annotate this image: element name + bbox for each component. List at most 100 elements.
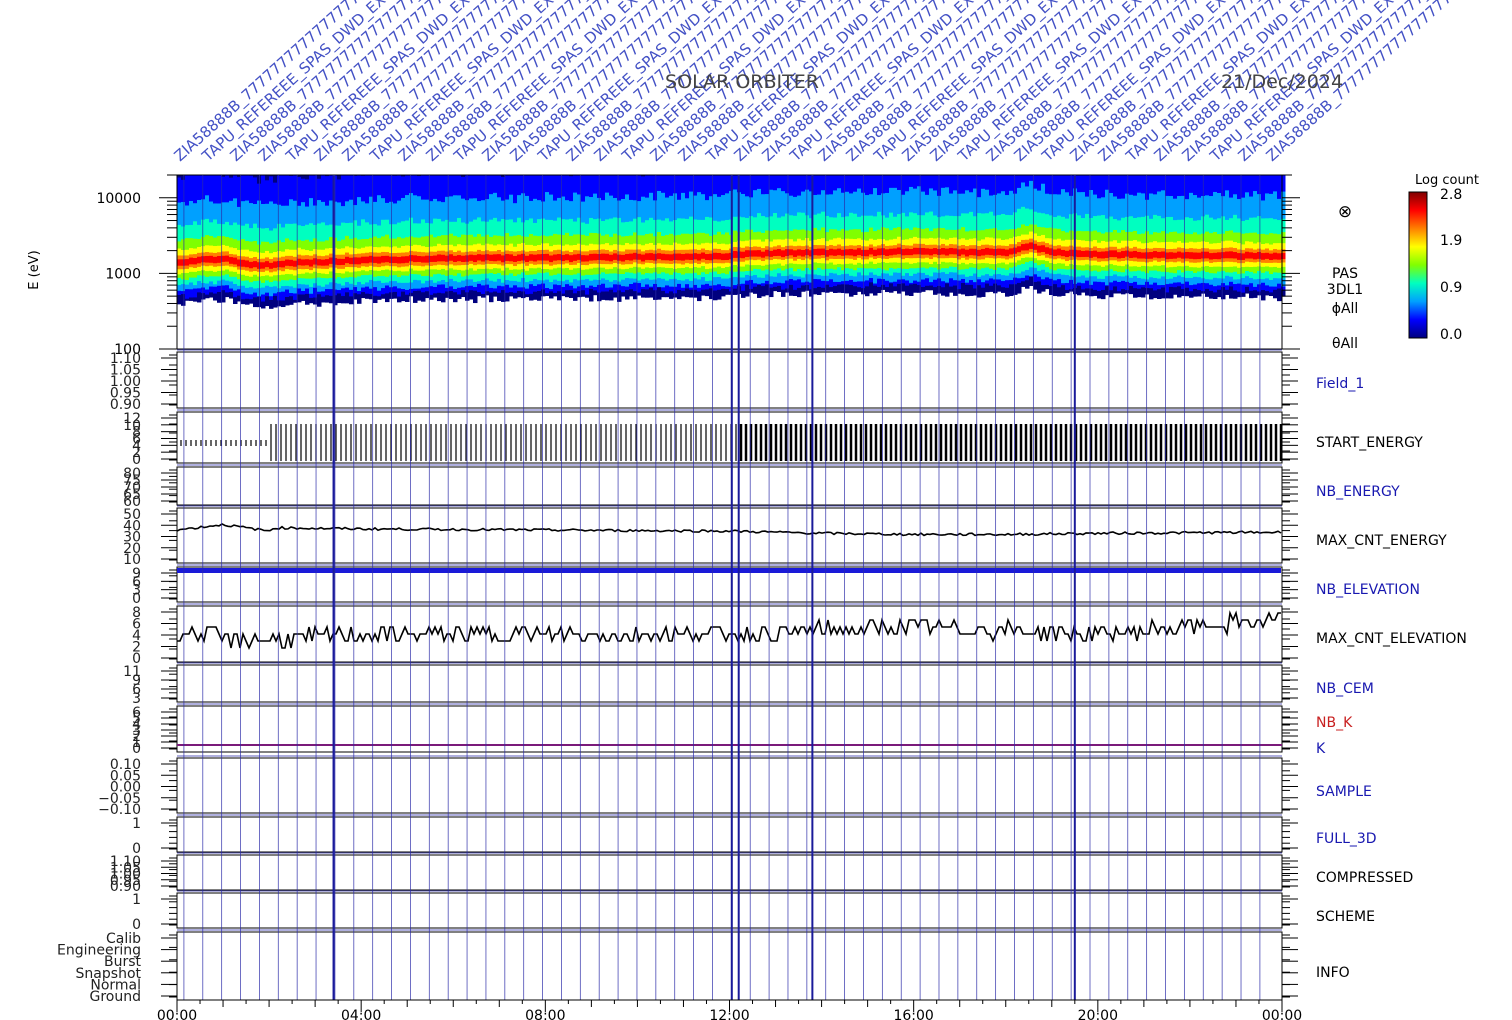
spectrogram-column	[997, 175, 1002, 292]
spectrogram-column	[701, 175, 706, 296]
spectrogram-column	[613, 175, 618, 298]
spectrogram-column	[417, 175, 422, 301]
spectrogram-column	[601, 175, 606, 300]
spectrogram-column	[1025, 175, 1030, 289]
spectrogram-column	[793, 175, 798, 297]
spectrogram-column	[1133, 175, 1138, 298]
panel-k: K	[177, 741, 1326, 757]
spectrogram-column	[209, 175, 214, 298]
spectrogram-column	[305, 175, 310, 305]
panel-label: Field_1	[1316, 376, 1364, 392]
spectrogram-column	[265, 175, 270, 307]
spectrogram-column	[181, 175, 186, 306]
spectrogram-column	[1265, 175, 1270, 296]
spectrogram-column	[797, 175, 802, 298]
spectrogram-column	[649, 175, 654, 298]
spectrogram-column	[1125, 175, 1130, 294]
panel-frame	[176, 351, 1283, 409]
spectrogram-column	[565, 175, 570, 298]
spectrogram-column	[289, 175, 294, 305]
spectrogram-column	[689, 175, 694, 298]
spectrogram-column	[1029, 175, 1034, 287]
spectrogram-column	[581, 175, 586, 297]
spectrogram-instrument-label: PAS3DL1 ϕAll θAll	[1327, 266, 1363, 352]
panel-label: K	[1316, 741, 1326, 757]
panel-label: INFO	[1316, 965, 1350, 981]
spectrogram-column	[285, 175, 290, 306]
spectrogram-column	[1009, 175, 1014, 297]
panel-series-line	[176, 522, 1282, 537]
spectrogram-tick-label: 10000	[96, 191, 141, 207]
energy-spectrogram: 100001000100	[96, 174, 1300, 358]
spectrogram-column	[1053, 175, 1058, 297]
panel-label: SCHEME	[1316, 909, 1375, 925]
spectrogram-column	[197, 175, 202, 303]
spectrogram-column	[913, 175, 918, 293]
spectrogram-column	[897, 175, 902, 294]
spectrogram-column	[961, 175, 966, 295]
time-tick-label: 04:00	[341, 1008, 381, 1020]
spectrogram-column	[513, 175, 518, 299]
spectrogram-column	[225, 175, 230, 298]
spectrogram-column	[301, 175, 306, 301]
spectrogram-column	[517, 175, 522, 298]
panel-tick-label: 1	[132, 816, 141, 832]
spectrogram-column	[669, 175, 674, 299]
spectrogram-column	[521, 175, 526, 299]
spectrogram-column	[685, 175, 690, 298]
spectrogram-column	[1225, 175, 1230, 295]
colorbar-tick-label: 0.9	[1440, 280, 1462, 296]
spectrogram-column	[753, 175, 758, 294]
spectrogram-column	[413, 175, 418, 303]
time-tick-label: 20:00	[1078, 1008, 1118, 1020]
spectrogram-column	[1045, 175, 1050, 290]
time-tick-label: 16:00	[893, 1008, 933, 1020]
spectrogram-column	[885, 175, 890, 293]
panel-label: FULL_3D	[1316, 831, 1377, 847]
colorbar-title: Log count	[1415, 173, 1479, 188]
spectrogram-column	[449, 175, 454, 299]
spectrogram-column	[889, 175, 894, 293]
spectrogram-ylabel: E (eV)	[27, 250, 42, 289]
panel-nb_energy: 8075706560NB_ENERGY	[123, 466, 1400, 510]
panel-label: MAX_CNT_ELEVATION	[1316, 631, 1467, 647]
spectrogram-column	[477, 175, 482, 297]
spectrogram-column	[1109, 175, 1114, 298]
spectrogram-column	[205, 175, 210, 299]
time-tick-label: 12:00	[709, 1008, 749, 1020]
spectrogram-column	[761, 175, 766, 297]
spectrogram-column	[1013, 175, 1018, 295]
spectrogram-column	[553, 175, 558, 297]
spectrogram-column	[1145, 175, 1150, 295]
spectrogram-column	[1221, 175, 1226, 300]
spectrogram-column	[1113, 175, 1118, 294]
colorbar: Log count 2.8 1.9 0.9 0.0	[1408, 173, 1479, 343]
spectrogram-column	[365, 175, 370, 299]
spectrogram-column	[605, 175, 610, 301]
spectrogram-column	[405, 175, 410, 302]
spectrogram-column	[1213, 175, 1218, 300]
spectrogram-column	[401, 175, 406, 302]
spectrogram-column	[229, 175, 234, 299]
spectrogram-label-line: PAS	[1332, 266, 1358, 282]
spectrogram-column	[677, 175, 682, 300]
spectrogram-column	[241, 175, 246, 305]
spectrogram-column	[757, 175, 762, 298]
spectrogram-column	[1261, 175, 1266, 301]
panel-label: NB_ELEVATION	[1316, 582, 1420, 598]
spectrogram-column	[805, 175, 810, 291]
spectrogram-column	[845, 175, 850, 294]
panel-frame	[176, 931, 1283, 1001]
spectrogram-column	[717, 175, 722, 300]
spectrogram-column	[1077, 175, 1082, 296]
spectrogram-column	[941, 175, 946, 296]
spectrogram-column	[529, 175, 534, 301]
spectrogram-column	[309, 175, 314, 304]
spectrogram-column	[981, 175, 986, 297]
panel-label: COMPRESSED	[1316, 870, 1413, 886]
spectrogram-column	[785, 175, 790, 293]
spectrogram-column	[1217, 175, 1222, 298]
spectrogram-column	[377, 175, 382, 300]
spectrogram-column	[1157, 175, 1162, 299]
spectrogram-column	[1241, 175, 1246, 297]
